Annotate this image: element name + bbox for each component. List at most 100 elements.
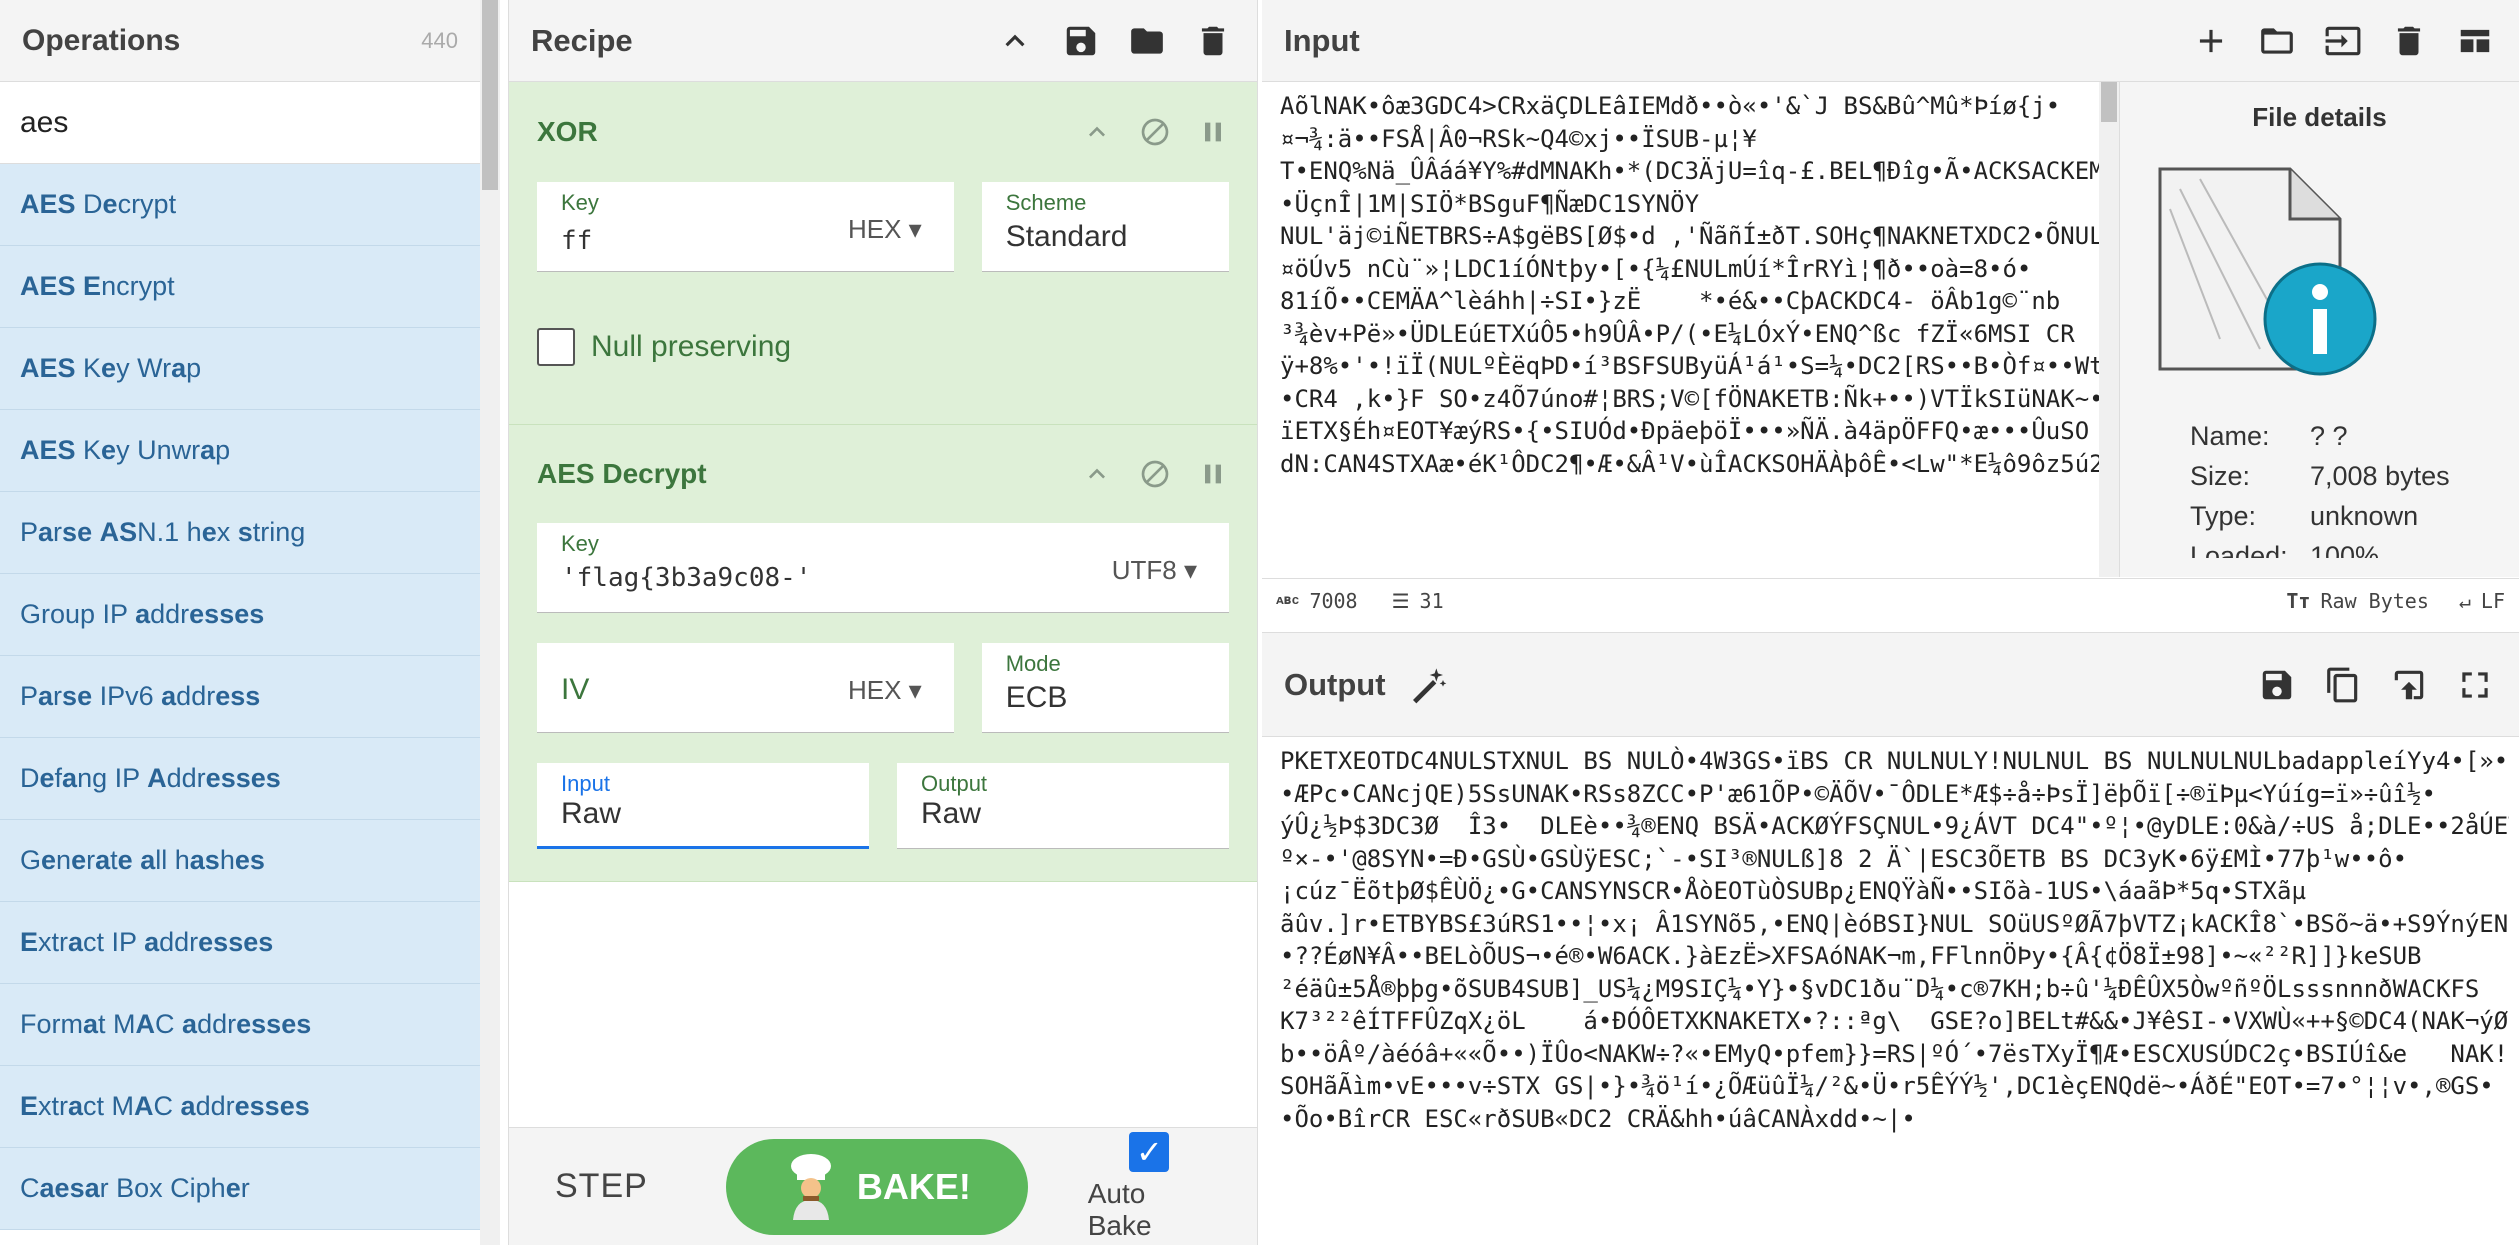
output-textarea[interactable]: PKETXEOTDC4NULSTXNUL BS NULÒ•4W3GS•ïBS C… — [1274, 737, 2509, 1245]
aes-mode-label: Mode — [1005, 651, 1061, 676]
operation-item[interactable]: Defang IP Addresses — [0, 738, 480, 820]
input-lines: 31 — [1419, 588, 1444, 613]
operation-item[interactable]: Caesar Box Cipher — [0, 1148, 480, 1230]
text-line: ýÛ¿½Þ$3DC3Ø Î3• DLEè••¾®ENQ BSÄ•ACKØÝFSÇ… — [1280, 812, 2509, 840]
aes-controls — [1081, 458, 1229, 490]
operation-item[interactable]: Generate all hashes — [0, 820, 480, 902]
save-recipe-icon[interactable] — [1059, 19, 1103, 63]
copy-output-icon[interactable] — [2321, 663, 2365, 707]
open-folder-icon[interactable] — [2255, 19, 2299, 63]
file-name-value: ? ? — [2310, 421, 2348, 451]
input-textarea[interactable]: AõlNAK•ôæ3GDC4>CRxäÇDLEâIEMdð••ò«•'&`J B… — [1274, 82, 2099, 577]
file-size-row: Size: 7,008 bytes — [2190, 456, 2519, 496]
aes-key-field[interactable]: Key 'flag{3b3a9c08-' UTF8 ▾ — [537, 523, 1229, 613]
operation-item[interactable]: Parse ASN.1 hex string — [0, 492, 480, 574]
open-file-input-icon[interactable] — [2321, 19, 2365, 63]
aes-mode-value[interactable]: ECB — [1006, 681, 1205, 715]
operation-label: AES Key Wrap — [20, 353, 202, 383]
operation-item[interactable]: AES Key Unwrap — [0, 410, 480, 492]
aes-key-label: Key — [561, 531, 599, 556]
aes-iv-format-dropdown[interactable]: HEX ▾ — [848, 675, 922, 706]
text-line: PKETXEOTDC4NULSTXNUL BS NULÒ•4W3GS•ïBS C… — [1280, 747, 2509, 775]
scrollbar-thumb[interactable] — [2101, 82, 2117, 122]
disable-icon[interactable] — [1139, 116, 1171, 148]
text-line: ÿ+8%•'•!ïÏ(NULºÈëqÞD•í³BSFSUByüÁ¹á¹•S=¼•… — [1280, 352, 2099, 380]
xor-key-field[interactable]: Key ff HEX ▾ — [537, 182, 954, 272]
operations-header: Operations 440 — [0, 0, 480, 82]
operation-item[interactable]: Extract MAC addresses — [0, 1066, 480, 1148]
operation-item[interactable]: Parse IPv6 address — [0, 656, 480, 738]
text-line: ãûv.]r•ETBYBS£3úRS1••¦•x¡ Â1SYNõ5,•ENQ|è… — [1280, 909, 2509, 938]
cyberchef-app: Operations 440 AES DecryptAES Encrypt AES… — [0, 0, 2519, 1245]
step-button[interactable]: STEP — [555, 1167, 698, 1206]
operation-item[interactable]: Extract IP addresses — [0, 902, 480, 984]
recipe-title: Recipe — [531, 22, 633, 58]
clear-input-trash-icon[interactable] — [2387, 19, 2431, 63]
operation-item[interactable]: AES Key Wrap — [0, 328, 480, 410]
operation-label: Format MAC addresses — [20, 1009, 312, 1039]
aes-output-value[interactable]: Raw — [921, 797, 1205, 831]
magic-wand-icon[interactable] — [1408, 665, 1448, 705]
auto-bake-checkbox[interactable]: ✓ — [1129, 1131, 1170, 1172]
aes-iv-field[interactable]: IV HEX ▾ — [537, 643, 954, 733]
collapse-all-icon[interactable] — [993, 19, 1037, 63]
file-type-row: Type: unknown — [2190, 496, 2519, 536]
search-input[interactable] — [20, 105, 460, 140]
input-body: AõlNAK•ôæ3GDC4>CRxäÇDLEâIEMdð••ò«•'&`J B… — [1262, 82, 2519, 578]
aes-input-label: Input — [561, 771, 610, 796]
save-output-icon[interactable] — [2255, 663, 2299, 707]
operation-label: Parse IPv6 address — [20, 681, 261, 711]
scrollbar-thumb[interactable] — [482, 0, 498, 190]
maximise-output-icon[interactable] — [2453, 663, 2497, 707]
operations-count: 440 — [421, 27, 458, 53]
pause-icon[interactable] — [1197, 458, 1229, 490]
auto-bake-toggle[interactable]: ✓ Auto Bake — [1087, 1131, 1211, 1242]
xor-scheme-field[interactable]: Scheme Standard — [981, 182, 1229, 272]
null-preserving-row[interactable]: Null preserving — [537, 302, 1229, 392]
operation-item[interactable]: Group IP addresses — [0, 574, 480, 656]
operation-item[interactable]: AES Encrypt — [0, 246, 480, 328]
aes-key-format-dropdown[interactable]: UTF8 ▾ — [1112, 555, 1197, 586]
file-loaded-row: Loaded: 100% — [2190, 536, 2519, 558]
chevron-up-icon[interactable] — [1081, 116, 1113, 148]
replace-input-icon[interactable] — [2387, 663, 2431, 707]
chevron-up-icon[interactable] — [1081, 458, 1113, 490]
operation-label: AES Key Unwrap — [20, 435, 231, 465]
text-line: SOHãÃìm•vE•••v÷STX GS|•}•¾ö¹í•¿ÕÆüûÏ¼/²&… — [1280, 1072, 2494, 1100]
recipe-panel: Recipe XOR Key ff HEX ▾ Scheme Standard … — [508, 0, 1258, 1245]
operation-item[interactable]: AES Decrypt — [0, 164, 480, 246]
operation-item[interactable]: Format MAC addresses — [0, 984, 480, 1066]
pause-icon[interactable] — [1197, 116, 1229, 148]
text-line: ïETX§Éh¤EOT¥æýRS•{•SIUÓd•ÐpäeþöÏ•••»ÑÄ.à… — [1280, 417, 2090, 445]
chr-enc-button[interactable]: Tт Raw Bytes — [2286, 589, 2428, 613]
aes-output-field[interactable]: Output Raw — [897, 763, 1229, 849]
text-line: NUL'äj©iÑETBRS÷A$gëBS[Ø$•d ,'ÑãñÍ±ðT.SOH… — [1280, 222, 2099, 250]
load-recipe-folder-icon[interactable] — [1125, 19, 1169, 63]
aes-key-value[interactable]: 'flag{3b3a9c08-' — [561, 563, 1205, 593]
auto-bake-label: Auto Bake — [1087, 1177, 1152, 1241]
file-details-rows: Name: ? ? Size: 7,008 bytes Type: unknown L… — [2120, 404, 2519, 558]
text-line: b••öÂº/àéóâ+««Õ••)ÏÛo<NAKW÷?«•EMyQ•pfem}… — [1280, 1039, 2509, 1068]
output-toolbar — [2255, 663, 2497, 707]
file-loaded-label: Loaded: — [2190, 541, 2288, 558]
xor-key-format-dropdown[interactable]: HEX ▾ — [848, 214, 922, 245]
eol-button[interactable]: ↵ LF — [2459, 589, 2505, 613]
text-line: ²éäû±5Å®þþg•õSUB4SUB]_US¼¿M9SIÇ¼•Y}•§vDC… — [1280, 974, 2480, 1003]
xor-scheme-value[interactable]: Standard — [1006, 220, 1205, 254]
aes-input-field[interactable]: Input Raw — [537, 763, 869, 849]
aes-mode-field[interactable]: Mode ECB — [981, 643, 1229, 733]
null-preserving-checkbox[interactable] — [537, 328, 575, 366]
bake-button[interactable]: BAKE! — [726, 1138, 1028, 1235]
reset-layout-icon[interactable] — [2453, 19, 2497, 63]
aes-input-value[interactable]: Raw — [561, 797, 845, 831]
operations-scrollbar[interactable] — [480, 0, 500, 1245]
eol-icon: ↵ — [2458, 588, 2471, 613]
input-scrollbar[interactable] — [2099, 82, 2119, 577]
clear-recipe-trash-icon[interactable] — [1191, 19, 1235, 63]
chef-icon — [790, 1153, 831, 1220]
text-line: 81íÕ••CEMÄA^lèáhh|÷SI•}zË *•é&••CþACKDC4… — [1280, 287, 2061, 315]
disable-icon[interactable] — [1139, 458, 1171, 490]
text-line: •ÜçnÎ|1M|SIÖ*BSguF¶ÑæDC1SYNÖY — [1280, 189, 1700, 218]
bake-bar: STEP BAKE! ✓ Auto Bake — [509, 1127, 1257, 1245]
add-tab-icon[interactable] — [2189, 19, 2233, 63]
